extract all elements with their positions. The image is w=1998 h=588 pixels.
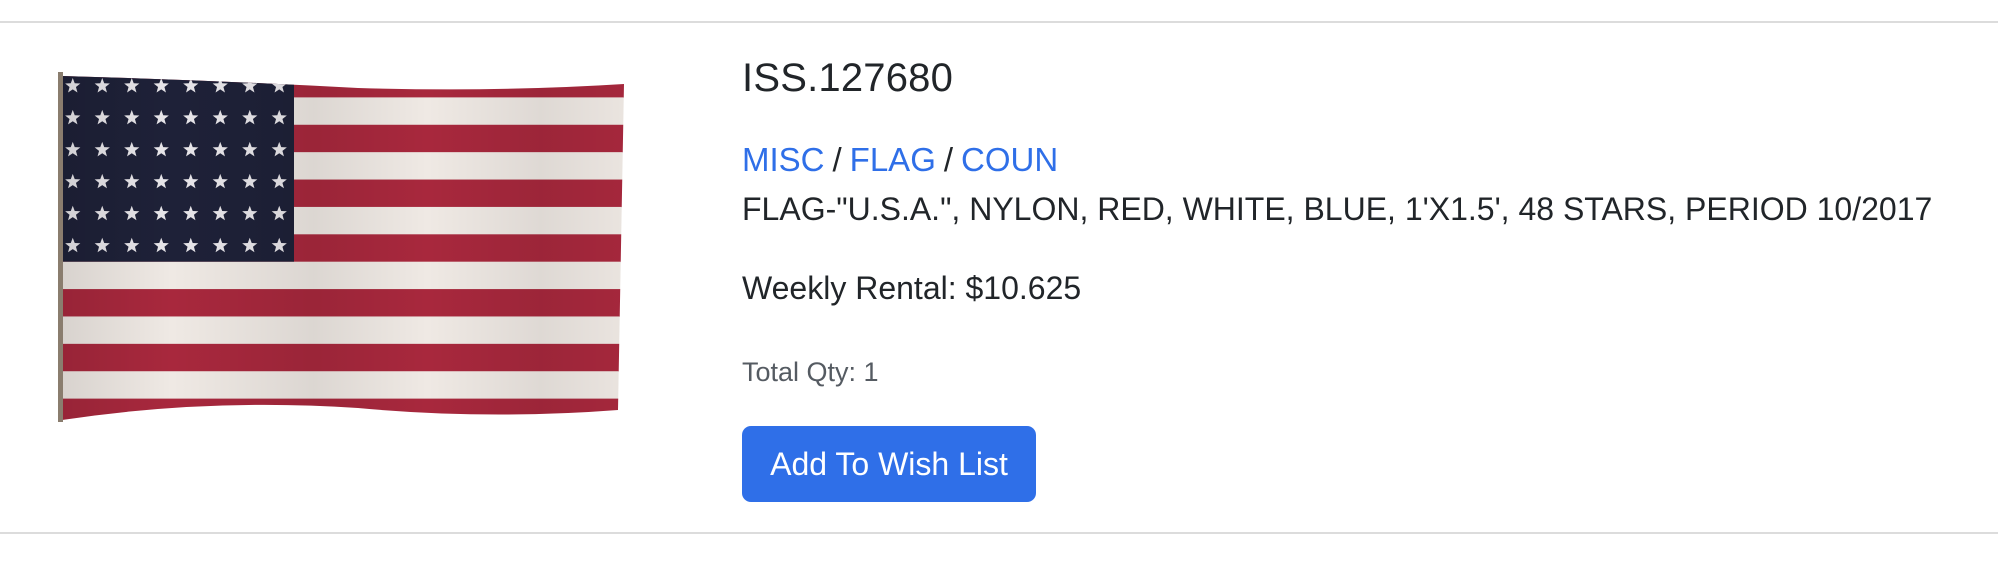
flag-pole-edge [58, 72, 63, 422]
bottom-divider [0, 532, 1998, 534]
breadcrumb-link-flag[interactable]: FLAG [850, 141, 936, 178]
flag-fold-shading [62, 76, 624, 420]
product-listing-page: ISS.127680 MISC / FLAG / COUN FLAG-"U.S.A.",… [0, 0, 1998, 588]
breadcrumb-link-misc[interactable]: MISC [742, 141, 825, 178]
product-image[interactable] [58, 70, 626, 426]
total-quantity: Total Qty: 1 [742, 357, 879, 387]
product-description: FLAG-"U.S.A.", NYLON, RED, WHITE, BLUE, … [742, 191, 1933, 227]
add-to-wish-list-button[interactable]: Add To Wish List [742, 426, 1036, 502]
flag-body [62, 76, 624, 420]
flag-image [58, 72, 624, 422]
category-breadcrumb: MISC / FLAG / COUN [742, 141, 1058, 179]
item-id-title: ISS.127680 [742, 56, 954, 100]
top-divider [0, 21, 1998, 23]
breadcrumb-separator: / [832, 141, 842, 178]
breadcrumb-link-coun[interactable]: COUN [961, 141, 1058, 178]
weekly-rental-price: Weekly Rental: $10.625 [742, 270, 1082, 306]
breadcrumb-separator: / [943, 141, 954, 178]
